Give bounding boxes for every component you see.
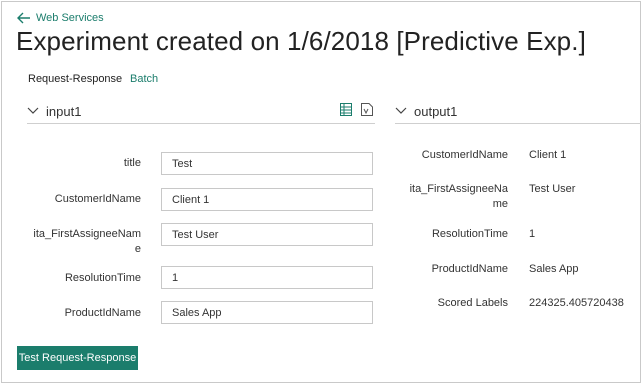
customeridname-input[interactable] xyxy=(161,188,373,211)
output-value-firstassigneename: Test User xyxy=(529,183,576,195)
field-label-title: title xyxy=(123,157,141,169)
output-label-firstassigneename-line1: ita_FirstAssigneeNa xyxy=(409,183,508,195)
output-label-firstassigneename-line2: me xyxy=(492,198,508,210)
resolutiontime-input[interactable] xyxy=(161,266,373,289)
field-label-firstassigneename-line2: e xyxy=(134,243,141,255)
tab-batch[interactable]: Batch xyxy=(130,73,158,85)
output-value-productidname: Sales App xyxy=(529,263,579,275)
field-label-firstassigneename: ita_FirstAssigneeNam e xyxy=(21,227,141,257)
output-label-resolutiontime: ResolutionTime xyxy=(431,228,508,240)
output-value-resolutiontime: 1 xyxy=(529,228,536,240)
title-input[interactable] xyxy=(161,152,373,175)
input-panel-tools xyxy=(340,103,373,116)
input-panel-title: input1 xyxy=(46,103,82,119)
back-link-label: Web Services xyxy=(36,12,104,24)
output-label-scored-labels: Scored Labels xyxy=(437,297,508,309)
firstassigneename-input[interactable] xyxy=(161,223,373,246)
app-window: Web Services Experiment created on 1/6/2… xyxy=(1,1,641,383)
field-label-productidname: ProductIdName xyxy=(64,307,141,319)
back-arrow-icon xyxy=(17,12,30,24)
test-request-response-button[interactable]: Test Request-Response xyxy=(17,346,138,370)
table-view-icon[interactable] xyxy=(340,103,352,116)
output-label-customeridname: CustomerIdName xyxy=(421,149,508,161)
chevron-down-icon xyxy=(395,107,407,114)
output-value-scored-labels: 224325.405720438 xyxy=(529,297,624,309)
tab-request-response[interactable]: Request-Response xyxy=(28,73,122,85)
input-panel-divider xyxy=(27,123,375,124)
field-label-firstassigneename-line1: ita_FirstAssigneeNam xyxy=(33,228,141,240)
chevron-down-icon xyxy=(27,107,39,114)
output-panel-divider xyxy=(395,123,641,124)
productidname-input[interactable] xyxy=(161,301,373,324)
output-label-productidname: ProductIdName xyxy=(431,263,508,275)
output-panel-title: output1 xyxy=(414,103,458,119)
back-link[interactable]: Web Services xyxy=(17,12,104,24)
output-label-firstassigneename: ita_FirstAssigneeNa me xyxy=(396,182,508,212)
output-value-customeridname: Client 1 xyxy=(529,149,567,161)
field-label-customeridname: CustomerIdName xyxy=(54,193,141,205)
field-label-resolutiontime: ResolutionTime xyxy=(64,272,141,284)
csv-file-icon[interactable] xyxy=(361,103,373,116)
input-panel-header[interactable]: input1 xyxy=(27,101,375,121)
output-panel-header[interactable]: output1 xyxy=(395,101,641,121)
page-title: Experiment created on 1/6/2018 [Predicti… xyxy=(16,26,586,56)
